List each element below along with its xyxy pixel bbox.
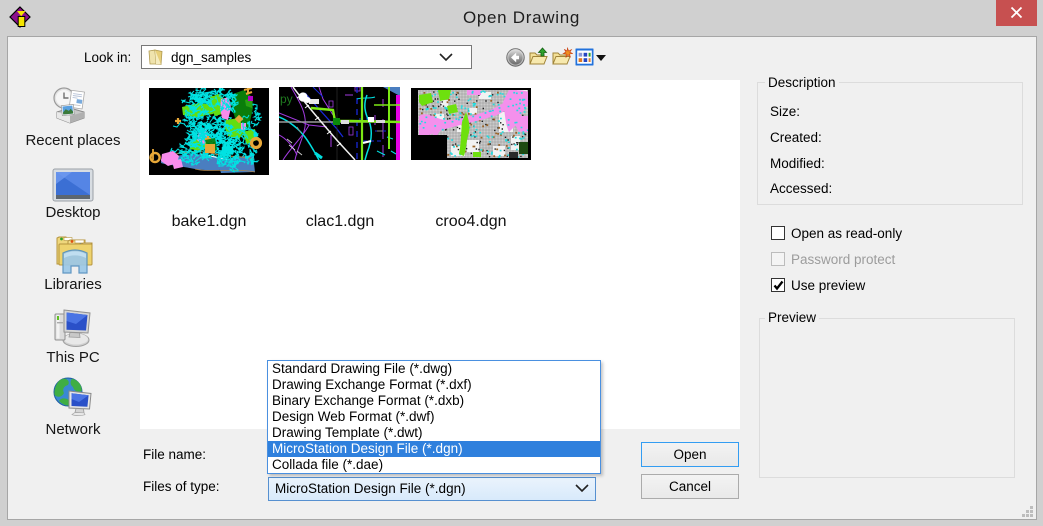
svg-text:py: py	[280, 92, 293, 106]
